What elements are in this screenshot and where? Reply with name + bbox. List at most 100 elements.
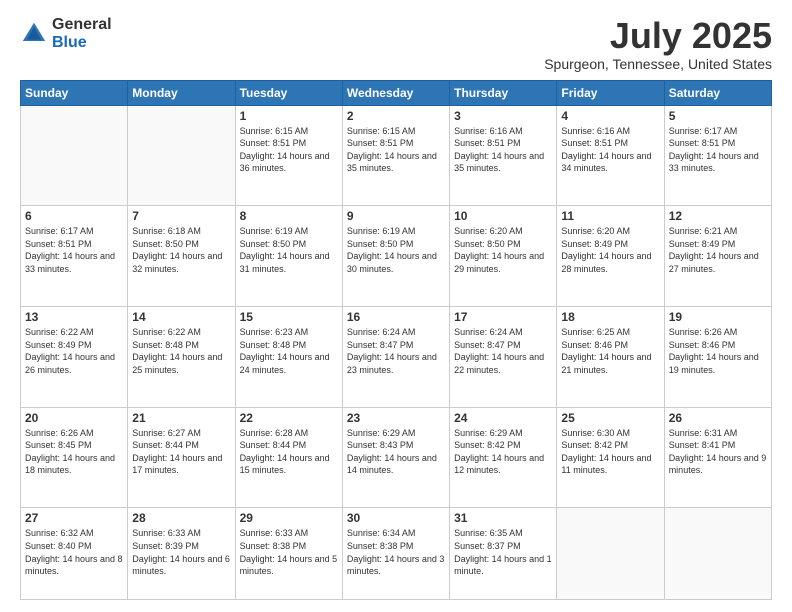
sunset: Sunset: 8:51 PM <box>25 239 92 249</box>
sunset: Sunset: 8:41 PM <box>669 440 736 450</box>
day-cell-3-2: 22 Sunrise: 6:28 AM Sunset: 8:44 PM Dayl… <box>235 407 342 508</box>
sunset: Sunset: 8:45 PM <box>25 440 92 450</box>
sunrise: Sunrise: 6:26 AM <box>25 428 94 438</box>
sunset: Sunset: 8:50 PM <box>347 239 414 249</box>
day-cell-1-5: 11 Sunrise: 6:20 AM Sunset: 8:49 PM Dayl… <box>557 206 664 307</box>
day-number: 11 <box>561 209 659 223</box>
cell-info: Sunrise: 6:33 AM Sunset: 8:38 PM Dayligh… <box>240 527 338 577</box>
day-number: 5 <box>669 109 767 123</box>
week-row-5: 27 Sunrise: 6:32 AM Sunset: 8:40 PM Dayl… <box>21 508 772 600</box>
cell-info: Sunrise: 6:17 AM Sunset: 8:51 PM Dayligh… <box>669 125 767 175</box>
sunset: Sunset: 8:49 PM <box>25 340 92 350</box>
sunrise: Sunrise: 6:15 AM <box>240 126 309 136</box>
page: General Blue July 2025 Spurgeon, Tenness… <box>0 0 792 612</box>
daylight: Daylight: 14 hours and 15 minutes. <box>240 453 330 476</box>
day-cell-0-2: 1 Sunrise: 6:15 AM Sunset: 8:51 PM Dayli… <box>235 105 342 206</box>
day-number: 22 <box>240 411 338 425</box>
day-cell-4-5 <box>557 508 664 600</box>
daylight: Daylight: 14 hours and 6 minutes. <box>132 554 230 577</box>
sunrise: Sunrise: 6:34 AM <box>347 528 416 538</box>
day-cell-1-6: 12 Sunrise: 6:21 AM Sunset: 8:49 PM Dayl… <box>664 206 771 307</box>
daylight: Daylight: 14 hours and 11 minutes. <box>561 453 651 476</box>
sunrise: Sunrise: 6:27 AM <box>132 428 201 438</box>
cell-info: Sunrise: 6:26 AM Sunset: 8:45 PM Dayligh… <box>25 427 123 477</box>
daylight: Daylight: 14 hours and 22 minutes. <box>454 352 544 375</box>
daylight: Daylight: 14 hours and 31 minutes. <box>240 251 330 274</box>
sunrise: Sunrise: 6:17 AM <box>669 126 738 136</box>
day-number: 29 <box>240 511 338 525</box>
daylight: Daylight: 14 hours and 5 minutes. <box>240 554 338 577</box>
day-cell-1-0: 6 Sunrise: 6:17 AM Sunset: 8:51 PM Dayli… <box>21 206 128 307</box>
sunset: Sunset: 8:37 PM <box>454 541 521 551</box>
sunrise: Sunrise: 6:24 AM <box>347 327 416 337</box>
day-number: 10 <box>454 209 552 223</box>
sunrise: Sunrise: 6:22 AM <box>132 327 201 337</box>
day-cell-4-6 <box>664 508 771 600</box>
day-cell-2-2: 15 Sunrise: 6:23 AM Sunset: 8:48 PM Dayl… <box>235 307 342 408</box>
cell-info: Sunrise: 6:19 AM Sunset: 8:50 PM Dayligh… <box>240 225 338 275</box>
week-row-3: 13 Sunrise: 6:22 AM Sunset: 8:49 PM Dayl… <box>21 307 772 408</box>
day-number: 16 <box>347 310 445 324</box>
header: General Blue July 2025 Spurgeon, Tenness… <box>20 16 772 72</box>
cell-info: Sunrise: 6:16 AM Sunset: 8:51 PM Dayligh… <box>561 125 659 175</box>
day-cell-1-4: 10 Sunrise: 6:20 AM Sunset: 8:50 PM Dayl… <box>450 206 557 307</box>
cell-info: Sunrise: 6:22 AM Sunset: 8:49 PM Dayligh… <box>25 326 123 376</box>
sunrise: Sunrise: 6:16 AM <box>561 126 630 136</box>
sunrise: Sunrise: 6:18 AM <box>132 226 201 236</box>
daylight: Daylight: 14 hours and 27 minutes. <box>669 251 759 274</box>
sunset: Sunset: 8:51 PM <box>561 138 628 148</box>
cell-info: Sunrise: 6:35 AM Sunset: 8:37 PM Dayligh… <box>454 527 552 577</box>
sunrise: Sunrise: 6:17 AM <box>25 226 94 236</box>
day-cell-4-0: 27 Sunrise: 6:32 AM Sunset: 8:40 PM Dayl… <box>21 508 128 600</box>
daylight: Daylight: 14 hours and 19 minutes. <box>669 352 759 375</box>
cell-info: Sunrise: 6:29 AM Sunset: 8:42 PM Dayligh… <box>454 427 552 477</box>
sunrise: Sunrise: 6:20 AM <box>561 226 630 236</box>
sunset: Sunset: 8:38 PM <box>240 541 307 551</box>
sunset: Sunset: 8:40 PM <box>25 541 92 551</box>
cell-info: Sunrise: 6:23 AM Sunset: 8:48 PM Dayligh… <box>240 326 338 376</box>
sunset: Sunset: 8:48 PM <box>132 340 199 350</box>
sunset: Sunset: 8:50 PM <box>240 239 307 249</box>
day-number: 23 <box>347 411 445 425</box>
daylight: Daylight: 14 hours and 36 minutes. <box>240 151 330 174</box>
day-number: 31 <box>454 511 552 525</box>
daylight: Daylight: 14 hours and 17 minutes. <box>132 453 222 476</box>
sunset: Sunset: 8:51 PM <box>669 138 736 148</box>
sunset: Sunset: 8:46 PM <box>669 340 736 350</box>
day-number: 24 <box>454 411 552 425</box>
sunrise: Sunrise: 6:16 AM <box>454 126 523 136</box>
daylight: Daylight: 14 hours and 9 minutes. <box>669 453 767 476</box>
sunset: Sunset: 8:49 PM <box>561 239 628 249</box>
sunset: Sunset: 8:50 PM <box>132 239 199 249</box>
daylight: Daylight: 14 hours and 34 minutes. <box>561 151 651 174</box>
daylight: Daylight: 14 hours and 12 minutes. <box>454 453 544 476</box>
calendar: Sunday Monday Tuesday Wednesday Thursday… <box>20 80 772 600</box>
sunrise: Sunrise: 6:19 AM <box>347 226 416 236</box>
sunrise: Sunrise: 6:15 AM <box>347 126 416 136</box>
sunset: Sunset: 8:51 PM <box>347 138 414 148</box>
day-number: 27 <box>25 511 123 525</box>
logo: General Blue <box>20 16 112 51</box>
sunrise: Sunrise: 6:19 AM <box>240 226 309 236</box>
day-cell-4-2: 29 Sunrise: 6:33 AM Sunset: 8:38 PM Dayl… <box>235 508 342 600</box>
day-number: 15 <box>240 310 338 324</box>
cell-info: Sunrise: 6:32 AM Sunset: 8:40 PM Dayligh… <box>25 527 123 577</box>
sunrise: Sunrise: 6:22 AM <box>25 327 94 337</box>
day-number: 21 <box>132 411 230 425</box>
daylight: Daylight: 14 hours and 28 minutes. <box>561 251 651 274</box>
day-cell-2-0: 13 Sunrise: 6:22 AM Sunset: 8:49 PM Dayl… <box>21 307 128 408</box>
cell-info: Sunrise: 6:24 AM Sunset: 8:47 PM Dayligh… <box>347 326 445 376</box>
daylight: Daylight: 14 hours and 26 minutes. <box>25 352 115 375</box>
day-number: 14 <box>132 310 230 324</box>
sunrise: Sunrise: 6:33 AM <box>240 528 309 538</box>
sunrise: Sunrise: 6:32 AM <box>25 528 94 538</box>
day-number: 2 <box>347 109 445 123</box>
daylight: Daylight: 14 hours and 21 minutes. <box>561 352 651 375</box>
cell-info: Sunrise: 6:25 AM Sunset: 8:46 PM Dayligh… <box>561 326 659 376</box>
sunset: Sunset: 8:42 PM <box>454 440 521 450</box>
sunrise: Sunrise: 6:28 AM <box>240 428 309 438</box>
sunset: Sunset: 8:38 PM <box>347 541 414 551</box>
sunrise: Sunrise: 6:26 AM <box>669 327 738 337</box>
logo-icon <box>20 20 48 48</box>
daylight: Daylight: 14 hours and 33 minutes. <box>25 251 115 274</box>
